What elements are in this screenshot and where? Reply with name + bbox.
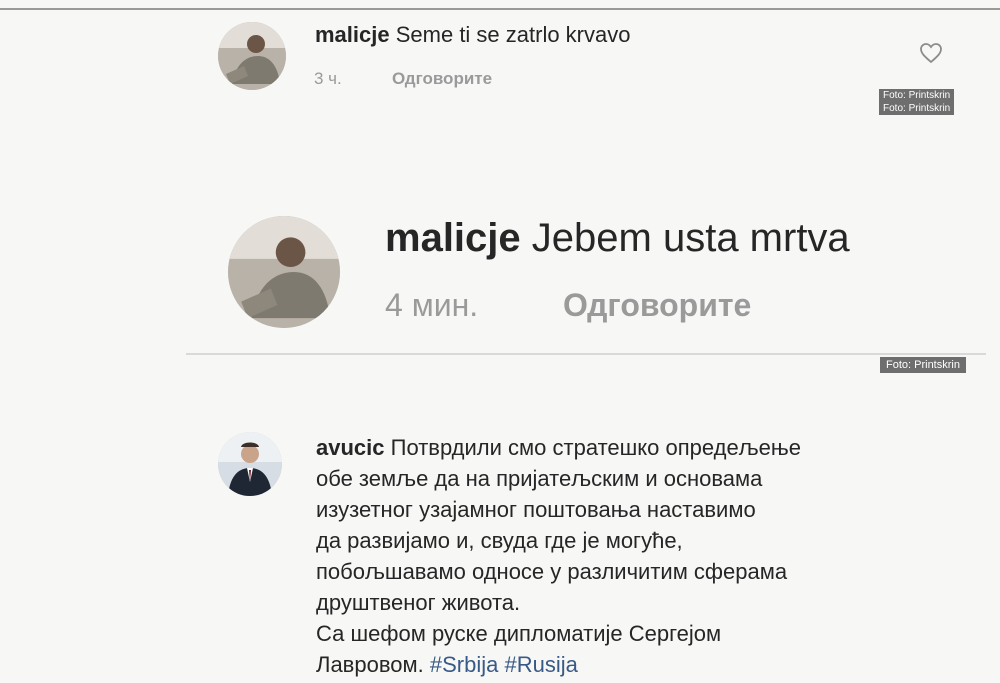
comment-3-body: avucic Потврдили смо стратешко опредељењ… bbox=[316, 432, 801, 680]
comment-3-line-6: Са шефом руске дипломатије Сергејом bbox=[316, 621, 722, 646]
comment-3-line-5: друштвеног живота. bbox=[316, 590, 521, 615]
comment-1-reply-button[interactable]: Одговорите bbox=[392, 69, 492, 89]
photo-credit-1: Foto: Printskrin bbox=[879, 89, 955, 102]
avatar-malicje[interactable] bbox=[218, 22, 286, 90]
comment-2-time: 4 мин. bbox=[385, 287, 479, 323]
comment-2-username[interactable]: malicje bbox=[385, 216, 521, 260]
comment-3-last-line-text: Лавровом. bbox=[316, 652, 424, 677]
hashtag-rusija[interactable]: #Rusija bbox=[504, 652, 577, 677]
comment-3-line-1: обе земље да на пријатељским и основама bbox=[316, 466, 763, 491]
comment-1-text: Seme ti se zatrlo krvavo bbox=[395, 22, 631, 47]
photo-credit-2: Foto: Printskrin bbox=[879, 102, 955, 115]
heart-outline-icon[interactable] bbox=[919, 42, 943, 64]
avatar-photo-large bbox=[228, 216, 340, 328]
avatar-photo bbox=[218, 22, 286, 90]
avatar-photo-avucic bbox=[218, 432, 282, 496]
comment-3-line-2: изузетног узајамног поштовања наставимо bbox=[316, 497, 756, 522]
hashtag-srbija[interactable]: #Srbija bbox=[430, 652, 498, 677]
section-divider bbox=[186, 353, 986, 355]
avatar-avucic[interactable] bbox=[218, 432, 282, 496]
photo-credit-3: Foto: Printskrin bbox=[880, 357, 966, 373]
comment-3-last-line: Лавровом. #Srbija #Rusija bbox=[316, 649, 801, 680]
comment-1-username[interactable]: malicje bbox=[315, 22, 390, 47]
comment-3-username[interactable]: avucic bbox=[316, 435, 385, 460]
comment-1-line: malicje Seme ti se zatrlo krvavo bbox=[315, 22, 630, 48]
comment-2-line: malicje Jebem usta mrtva bbox=[385, 216, 850, 261]
comment-3-line-4: побољшавамо односе у различитим сферама bbox=[316, 559, 788, 584]
comment-2-reply-button[interactable]: Одговорите bbox=[563, 287, 751, 324]
comment-3-line-0: Потврдили смо стратешко опредељење bbox=[390, 435, 802, 460]
top-divider bbox=[0, 8, 1000, 10]
comment-3-line-3: да развијамо и, свуда где је могуће, bbox=[316, 528, 683, 553]
comment-3-line: avucic Потврдили смо стратешко опредељењ… bbox=[316, 432, 801, 463]
avatar-malicje-large[interactable] bbox=[228, 216, 340, 328]
comment-1-time: 3 ч. bbox=[314, 69, 342, 88]
comment-2-text: Jebem usta mrtva bbox=[531, 216, 850, 260]
